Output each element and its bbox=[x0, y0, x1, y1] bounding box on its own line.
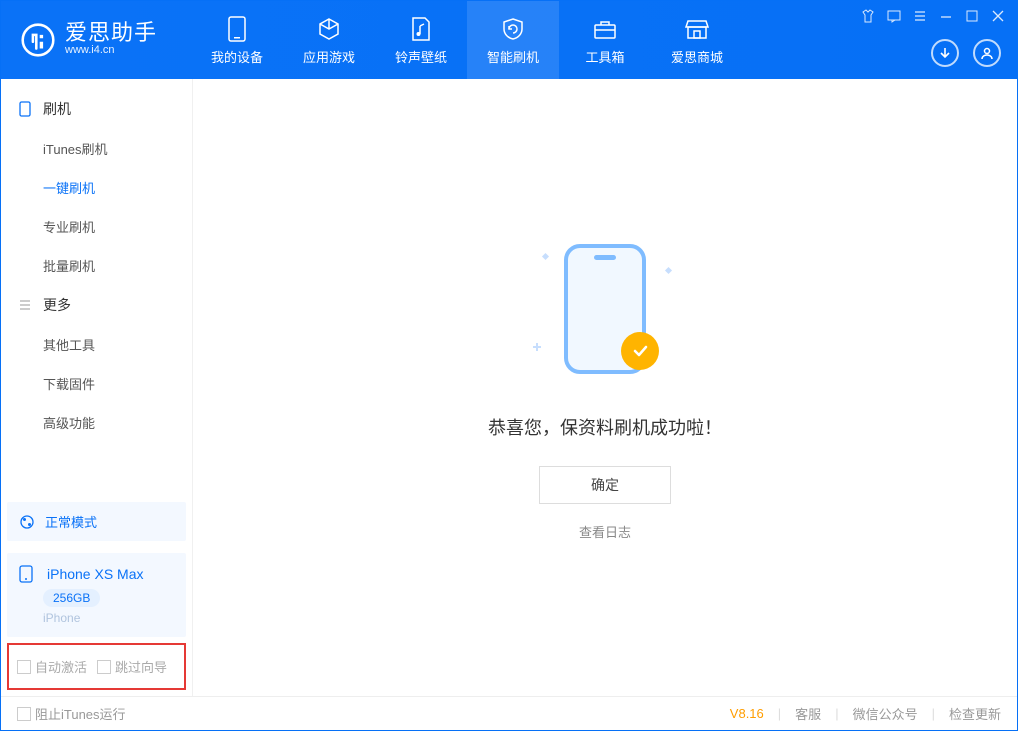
success-illustration bbox=[525, 234, 685, 394]
nav-tab-ringtone[interactable]: 铃声壁纸 bbox=[375, 1, 467, 79]
maximize-icon[interactable] bbox=[963, 7, 981, 25]
footer: 阻止iTunes运行 V8.16 | 客服 | 微信公众号 | 检查更新 bbox=[1, 696, 1017, 730]
main-content: 恭喜您，保资料刷机成功啦！ 确定 查看日志 bbox=[193, 79, 1017, 696]
success-message: 恭喜您，保资料刷机成功啦！ bbox=[488, 414, 722, 440]
nav-tab-device[interactable]: 我的设备 bbox=[191, 1, 283, 79]
nav-tabs: 我的设备 应用游戏 铃声壁纸 智能刷机 工具箱 爱思商城 bbox=[191, 1, 743, 79]
sidebar: 刷机 iTunes刷机 一键刷机 专业刷机 批量刷机 更多 其他工具 下载固件 … bbox=[1, 79, 193, 696]
sidebar-scroll: 刷机 iTunes刷机 一键刷机 专业刷机 批量刷机 更多 其他工具 下载固件 … bbox=[1, 79, 192, 496]
download-button[interactable] bbox=[931, 39, 959, 67]
store-icon bbox=[684, 15, 710, 43]
nav-tab-label: 智能刷机 bbox=[487, 47, 539, 66]
checkbox-label: 跳过向导 bbox=[115, 657, 167, 676]
cube-icon bbox=[316, 15, 342, 43]
logo-icon bbox=[21, 23, 55, 57]
close-icon[interactable] bbox=[989, 7, 1007, 25]
toolbox-icon bbox=[592, 15, 618, 43]
separator: | bbox=[835, 706, 838, 721]
body: 刷机 iTunes刷机 一键刷机 专业刷机 批量刷机 更多 其他工具 下载固件 … bbox=[1, 79, 1017, 696]
feedback-icon[interactable] bbox=[885, 7, 903, 25]
app-url: www.i4.cn bbox=[65, 44, 157, 57]
highlighted-options: 自动激活 跳过向导 bbox=[7, 643, 186, 690]
checkbox-label: 阻止iTunes运行 bbox=[35, 704, 126, 723]
device-panel[interactable]: iPhone XS Max 256GB iPhone bbox=[7, 553, 186, 637]
nav-tab-store[interactable]: 爱思商城 bbox=[651, 1, 743, 79]
device-name: iPhone XS Max bbox=[47, 566, 144, 582]
sidebar-item-pro-flash[interactable]: 专业刷机 bbox=[1, 207, 192, 246]
sparkle-icon bbox=[665, 267, 672, 274]
mode-icon bbox=[19, 514, 37, 530]
checkmark-badge-icon bbox=[621, 332, 659, 370]
sidebar-group-more: 更多 bbox=[1, 285, 192, 325]
shield-refresh-icon bbox=[500, 15, 526, 43]
nav-tab-toolbox[interactable]: 工具箱 bbox=[559, 1, 651, 79]
sparkle-icon bbox=[536, 343, 538, 351]
mode-panel[interactable]: 正常模式 bbox=[7, 502, 186, 541]
file-music-icon bbox=[410, 15, 432, 43]
device-capacity-badge: 256GB bbox=[43, 589, 100, 607]
app-title: 爱思助手 bbox=[65, 22, 157, 44]
footer-link-support[interactable]: 客服 bbox=[795, 704, 821, 723]
footer-left: 阻止iTunes运行 bbox=[17, 704, 126, 723]
version-label: V8.16 bbox=[730, 706, 764, 721]
phone-icon bbox=[19, 565, 37, 583]
device-icon bbox=[228, 15, 246, 43]
sidebar-item-download-firmware[interactable]: 下载固件 bbox=[1, 364, 192, 403]
sidebar-item-itunes-flash[interactable]: iTunes刷机 bbox=[1, 129, 192, 168]
separator: | bbox=[932, 706, 935, 721]
list-icon bbox=[19, 299, 35, 311]
separator: | bbox=[778, 706, 781, 721]
device-type: iPhone bbox=[43, 611, 174, 625]
sparkle-icon bbox=[542, 253, 549, 260]
app-window: 爱思助手 www.i4.cn 我的设备 应用游戏 铃声壁纸 智能刷机 bbox=[0, 0, 1018, 731]
nav-tab-flash[interactable]: 智能刷机 bbox=[467, 1, 559, 79]
checkbox-skip-guide[interactable]: 跳过向导 bbox=[97, 657, 167, 676]
window-controls bbox=[859, 7, 1007, 25]
checkbox-icon bbox=[17, 707, 31, 721]
ok-button[interactable]: 确定 bbox=[539, 466, 671, 504]
footer-link-update[interactable]: 检查更新 bbox=[949, 704, 1001, 723]
nav-tab-label: 铃声壁纸 bbox=[395, 47, 447, 66]
minimize-icon[interactable] bbox=[937, 7, 955, 25]
footer-link-wechat[interactable]: 微信公众号 bbox=[853, 704, 918, 723]
footer-right: V8.16 | 客服 | 微信公众号 | 检查更新 bbox=[730, 704, 1001, 723]
nav-tab-label: 工具箱 bbox=[585, 47, 624, 66]
checkbox-auto-activate[interactable]: 自动激活 bbox=[17, 657, 87, 676]
header-actions bbox=[931, 39, 1001, 67]
nav-tab-label: 爱思商城 bbox=[671, 47, 723, 66]
sidebar-group-flash: 刷机 bbox=[1, 89, 192, 129]
view-log-link[interactable]: 查看日志 bbox=[579, 522, 631, 541]
sidebar-group-label: 更多 bbox=[43, 295, 71, 315]
nav-tab-label: 应用游戏 bbox=[303, 47, 355, 66]
logo-area: 爱思助手 www.i4.cn bbox=[1, 22, 191, 57]
nav-tab-label: 我的设备 bbox=[211, 47, 263, 66]
sidebar-item-advanced[interactable]: 高级功能 bbox=[1, 403, 192, 442]
checkbox-block-itunes[interactable]: 阻止iTunes运行 bbox=[17, 704, 126, 723]
menu-icon[interactable] bbox=[911, 7, 929, 25]
sidebar-item-oneclick-flash[interactable]: 一键刷机 bbox=[1, 168, 192, 207]
profile-button[interactable] bbox=[973, 39, 1001, 67]
mode-label: 正常模式 bbox=[45, 512, 97, 531]
sidebar-item-other-tools[interactable]: 其他工具 bbox=[1, 325, 192, 364]
phone-icon bbox=[19, 101, 35, 117]
checkbox-icon bbox=[17, 660, 31, 674]
tshirt-icon[interactable] bbox=[859, 7, 877, 25]
sidebar-item-batch-flash[interactable]: 批量刷机 bbox=[1, 246, 192, 285]
nav-tab-apps[interactable]: 应用游戏 bbox=[283, 1, 375, 79]
checkbox-label: 自动激活 bbox=[35, 657, 87, 676]
sidebar-group-label: 刷机 bbox=[43, 99, 71, 119]
checkbox-icon bbox=[97, 660, 111, 674]
header: 爱思助手 www.i4.cn 我的设备 应用游戏 铃声壁纸 智能刷机 bbox=[1, 1, 1017, 79]
